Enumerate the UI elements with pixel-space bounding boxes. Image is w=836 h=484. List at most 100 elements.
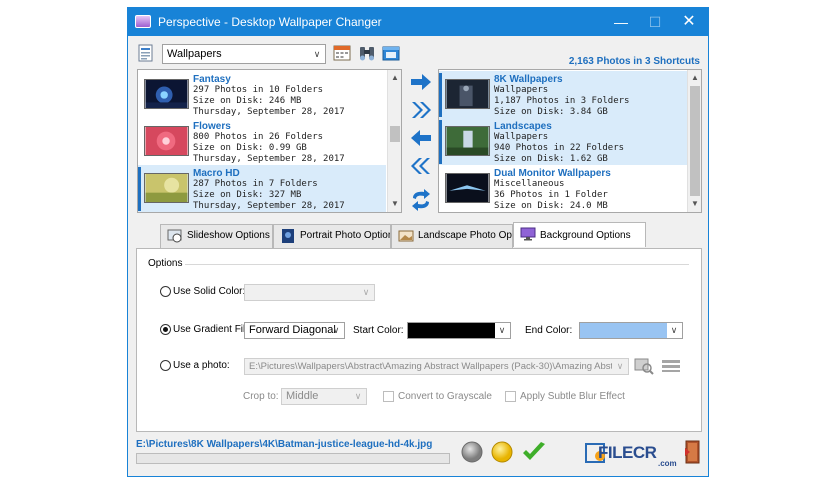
solid-color-radio[interactable]	[160, 286, 171, 297]
chevron-down-icon: ∨	[498, 325, 506, 335]
blur-checkbox[interactable]	[505, 391, 516, 402]
swap-arrow-icon[interactable]	[409, 188, 433, 212]
start-color-swatch	[408, 323, 495, 338]
progress-bar	[136, 453, 450, 464]
scroll-thumb[interactable]	[390, 126, 400, 142]
tab-label: Background Options	[540, 230, 631, 241]
current-wallpaper-path: E:\Pictures\8K Wallpapers\4K\Batman-just…	[136, 439, 433, 450]
start-color-label: Start Color:	[353, 325, 404, 336]
calendar-icon[interactable]	[333, 44, 351, 62]
list-item[interactable]: Dual Monitor Wallpapers Miscellaneous 36…	[439, 165, 687, 212]
macro-hd-thumbnail	[144, 173, 189, 203]
tab-slideshow-options[interactable]: Slideshow Options	[160, 224, 273, 248]
tab-landscape-photo-options[interactable]: Landscape Photo Options	[391, 224, 513, 248]
solid-color-combo[interactable]: ∨	[244, 284, 375, 301]
crop-to-value: Middle	[286, 390, 319, 402]
options-group-title: Options	[148, 258, 183, 269]
right-list-scrollbar[interactable]: ▲ ▼	[687, 70, 701, 212]
list-item[interactable]: Fantasy 297 Photos in 10 Folders Size on…	[138, 71, 386, 118]
close-button[interactable]: ✕	[672, 8, 706, 36]
tab-background-options[interactable]: Background Options	[513, 222, 646, 247]
photo-path-combo[interactable]: E:\Pictures\Wallpapers\Abstract\Amazing …	[244, 358, 629, 375]
chevron-down-icon: ∨	[354, 391, 362, 401]
photo-list-icon[interactable]	[661, 359, 681, 373]
scroll-up-icon[interactable]: ▲	[388, 71, 401, 85]
fantasy-thumbnail	[144, 79, 189, 109]
scroll-up-icon[interactable]: ▲	[688, 71, 701, 85]
landscapes-thumbnail	[445, 126, 490, 156]
watermark-text: FILECR	[598, 443, 657, 462]
chevron-down-icon: ∨	[612, 359, 628, 374]
list-item[interactable]: Landscapes Wallpapers 940 Photos in 22 F…	[439, 118, 687, 165]
binoculars-icon[interactable]	[358, 44, 376, 62]
item-detail: Thursday, September 28, 2017	[193, 154, 345, 164]
pause-button[interactable]	[491, 441, 513, 463]
add-arrow-icon[interactable]	[409, 70, 433, 94]
item-detail: 297 Photos in 10 Folders	[193, 85, 324, 95]
end-color-label: End Color:	[525, 325, 573, 336]
tab-label: Portrait Photo Options	[300, 230, 391, 241]
selection-marker	[138, 167, 141, 211]
remove-arrow-icon[interactable]	[409, 126, 433, 150]
shortcut-group-combo[interactable]: Wallpapers ∨	[162, 44, 326, 64]
item-name: Fantasy	[193, 74, 231, 85]
folder-window-icon[interactable]	[382, 44, 400, 62]
window-title: Perspective - Desktop Wallpaper Changer	[158, 15, 382, 29]
apply-checkmark-icon[interactable]	[521, 441, 547, 463]
chevron-down-icon: ∨	[313, 49, 321, 59]
app-icon	[135, 15, 151, 28]
item-detail: Size on Disk: 1.62 GB	[494, 154, 608, 164]
item-detail: Thursday, September 28, 2017	[193, 201, 345, 211]
list-item[interactable]: Macro HD 287 Photos in 7 Folders Size on…	[138, 165, 386, 212]
maximize-button[interactable]: ☐	[638, 8, 672, 36]
minimize-button[interactable]: —	[604, 8, 638, 36]
list-icon[interactable]	[137, 44, 155, 62]
landscape-photo-icon	[398, 230, 414, 242]
item-detail: Wallpapers	[494, 85, 549, 95]
flowers-thumbnail	[144, 126, 189, 156]
scroll-thumb[interactable]	[690, 86, 700, 196]
gradient-type-value: Forward Diagonal	[249, 324, 336, 336]
end-color-picker[interactable]: ∨	[579, 322, 683, 339]
use-photo-radio[interactable]	[160, 360, 171, 371]
photo-count: 2,163 Photos in 3 Shortcuts	[568, 56, 700, 67]
left-list-scrollbar[interactable]: ▲ ▼	[387, 70, 401, 212]
list-item[interactable]: Flowers 800 Photos in 26 Folders Size on…	[138, 118, 386, 165]
selection-marker	[439, 73, 442, 117]
remove-all-arrow-icon[interactable]	[409, 154, 433, 178]
stop-button[interactable]	[461, 441, 483, 463]
group-divider	[185, 264, 689, 265]
crop-to-combo[interactable]: Middle ∨	[281, 388, 367, 405]
tab-portrait-photo-options[interactable]: Portrait Photo Options	[273, 224, 391, 248]
item-name: Macro HD	[193, 168, 240, 179]
options-tabs: Slideshow Options Portrait Photo Options…	[136, 222, 700, 248]
list-item[interactable]: 8K Wallpapers Wallpapers 1,187 Photos in…	[439, 71, 687, 118]
browse-photo-icon[interactable]	[634, 357, 654, 375]
gradient-fill-label: Use Gradient Fill:	[173, 324, 251, 335]
tab-label: Slideshow Options	[187, 230, 270, 241]
item-detail: 36 Photos in 1 Folder	[494, 190, 608, 200]
gradient-type-combo[interactable]: Forward Diagonal ∨	[244, 322, 345, 339]
portrait-photo-icon	[282, 229, 294, 243]
item-detail: Size on Disk: 327 MB	[193, 190, 302, 200]
dual-monitor-thumbnail	[445, 173, 490, 203]
item-name: Flowers	[193, 121, 231, 132]
scroll-down-icon[interactable]: ▼	[388, 197, 401, 211]
item-detail: Size on Disk: 3.84 GB	[494, 107, 608, 117]
exit-door-icon[interactable]	[677, 439, 701, 465]
item-detail: Size on Disk: 24.0 MB	[494, 201, 608, 211]
item-detail: 940 Photos in 22 Folders	[494, 143, 625, 153]
gradient-fill-radio[interactable]	[160, 324, 171, 335]
crop-to-label: Crop to:	[243, 391, 279, 402]
scroll-down-icon[interactable]: ▼	[688, 197, 701, 211]
active-shortcuts-list[interactable]: 8K Wallpapers Wallpapers 1,187 Photos in…	[438, 69, 702, 213]
item-name: Dual Monitor Wallpapers	[494, 168, 611, 179]
item-detail: Size on Disk: 0.99 GB	[193, 143, 307, 153]
start-color-picker[interactable]: ∨	[407, 322, 511, 339]
item-detail: Miscellaneous	[494, 179, 565, 189]
item-detail: Wallpapers	[494, 132, 549, 142]
available-shortcuts-list[interactable]: Fantasy 297 Photos in 10 Folders Size on…	[137, 69, 402, 213]
title-bar: Perspective - Desktop Wallpaper Changer …	[128, 8, 708, 36]
grayscale-checkbox[interactable]	[383, 391, 394, 402]
add-all-arrow-icon[interactable]	[409, 98, 433, 122]
